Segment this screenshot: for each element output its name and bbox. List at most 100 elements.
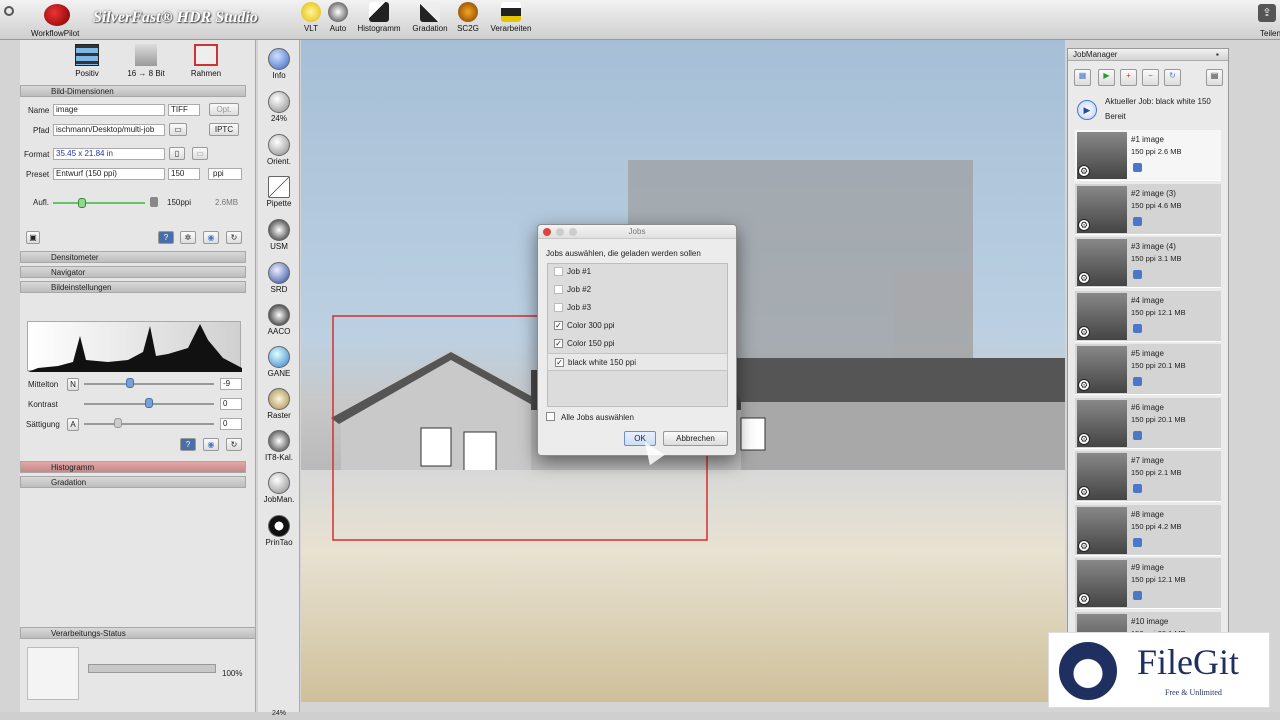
gear-icon[interactable]: ⚙ [1078, 218, 1090, 231]
path-field[interactable]: ischmann/Desktop/multi-job [53, 124, 165, 136]
gear-icon[interactable]: ✲ [180, 231, 196, 244]
mittelton-slider-knob[interactable] [126, 378, 134, 388]
job-item[interactable]: ⚙ #3 image (4) 150 ppi 3.1 MB [1075, 237, 1221, 288]
remove-job-icon[interactable]: − [1142, 69, 1159, 86]
jobmanager-close-icon[interactable]: ▪ [1216, 50, 1219, 59]
portrait-icon[interactable]: ▯ [169, 147, 185, 160]
section-bildeinstellungen[interactable]: Bildeinstellungen [20, 281, 246, 293]
toolbar-auto-button[interactable]: Auto [316, 2, 360, 33]
section-histogramm[interactable]: Histogramm [20, 461, 246, 473]
mittelton-value[interactable]: -9 [220, 378, 242, 390]
job-checkbox[interactable] [554, 303, 563, 312]
job-checkbox-row[interactable]: ✓ Color 300 ppi [547, 317, 728, 335]
job-checkbox[interactable]: ✓ [554, 339, 563, 348]
landscape-icon[interactable]: ▭ [192, 147, 208, 160]
tool-info[interactable]: Info [258, 48, 300, 80]
job-checkbox-row[interactable]: ✓ black white 150 ppi [547, 353, 728, 371]
save-icon[interactable]: ▣ [26, 231, 40, 244]
workflowpilot-icon[interactable] [44, 4, 70, 26]
job-checkbox-row[interactable]: Job #1 [547, 263, 728, 281]
format-dims-select[interactable]: 35.45 x 21.84 in [53, 148, 165, 160]
section-bild-dimensionen[interactable]: Bild-Dimensionen [20, 85, 246, 97]
play-icon[interactable]: ▶ [1077, 100, 1097, 120]
tool-it8[interactable]: IT8-Kal. [258, 430, 300, 462]
add-job-icon[interactable]: ▶ [1098, 69, 1115, 86]
options-button[interactable]: Opt. [209, 103, 239, 116]
gear-icon[interactable]: ⚙ [1078, 325, 1090, 338]
ppi-input[interactable]: 150 [168, 168, 200, 180]
job-checkbox[interactable]: ✓ [555, 358, 564, 367]
section-verarbeitungs-status[interactable]: Verarbeitungs-Status [20, 627, 256, 639]
job-checkbox-row[interactable]: ✓ Color 150 ppi [547, 335, 728, 353]
gear-icon[interactable]: ⚙ [1078, 379, 1090, 391]
cancel-button[interactable]: Abbrechen [663, 431, 728, 446]
notes-icon[interactable]: ? [158, 231, 174, 244]
job-checkbox[interactable] [554, 285, 563, 294]
notes-icon-2[interactable]: ? [180, 438, 196, 451]
trash-icon[interactable]: ▤ [1206, 69, 1223, 86]
preset-select[interactable]: Entwurf (150 ppi) [53, 168, 165, 180]
gear-icon[interactable]: ⚙ [1078, 432, 1090, 445]
positiv-button[interactable]: Positiv [72, 44, 102, 78]
refresh-icon[interactable]: ↻ [1164, 69, 1181, 86]
job-item[interactable]: ⚙ #2 image (3) 150 ppi 4.6 MB [1075, 183, 1221, 235]
saettigung-slider-knob[interactable] [114, 418, 122, 428]
mittelton-slider[interactable] [84, 383, 214, 385]
kontrast-slider-knob[interactable] [145, 398, 153, 408]
grid-view-icon[interactable]: ▦ [1074, 69, 1091, 86]
saettigung-value[interactable]: 0 [220, 418, 242, 430]
job-item[interactable]: ⚙ #1 image 150 ppi 2.6 MB [1075, 130, 1221, 181]
tool-srd[interactable]: SRD [258, 262, 300, 294]
folder-icon[interactable]: ▭ [169, 123, 187, 136]
gear-icon[interactable]: ⚙ [1078, 165, 1090, 177]
job-checkbox[interactable]: ✓ [554, 321, 563, 330]
job-item[interactable]: ⚙ #4 image 150 ppi 12.1 MB [1075, 290, 1221, 342]
toolbar-verarbeiten-button[interactable]: Verarbeiten [489, 2, 533, 33]
ppi-unit-select[interactable]: ppi [208, 168, 242, 180]
tool-zoom[interactable]: 24% [258, 91, 300, 123]
reset-icon-2[interactable]: ↻ [226, 438, 242, 451]
job-item[interactable]: ⚙ #7 image 150 ppi 2.1 MB [1075, 451, 1221, 502]
job-item[interactable]: ⚙ #5 image 150 ppi 20.1 MB [1075, 344, 1221, 395]
zoom-icon[interactable]: ◉ [203, 231, 219, 244]
section-navigator[interactable]: Navigator [20, 266, 246, 278]
gear-icon[interactable]: ⚙ [1078, 272, 1090, 284]
job-checkbox-row[interactable]: Job #3 [547, 299, 728, 317]
settings-icon[interactable] [4, 6, 14, 16]
rahmen-button[interactable]: Rahmen [188, 44, 224, 78]
new-job-icon[interactable]: + [1120, 69, 1137, 86]
lock-icon[interactable] [150, 197, 158, 207]
tool-gane[interactable]: GANE [258, 346, 300, 378]
tool-jobman[interactable]: JobMan. [258, 472, 300, 504]
gear-icon[interactable]: ⚙ [1078, 486, 1090, 498]
job-item[interactable]: ⚙ #8 image 150 ppi 4.2 MB [1075, 504, 1221, 556]
tool-pipette[interactable]: Pipette [258, 176, 300, 208]
tool-printao[interactable]: PrinTao [258, 515, 300, 547]
job-checkbox-row[interactable]: Job #2 [547, 281, 728, 299]
saettigung-a-button[interactable]: A [67, 418, 79, 431]
bit-depth-button[interactable]: 16 → 8 Bit [120, 44, 172, 78]
name-field[interactable]: image [53, 104, 165, 116]
tool-aaco[interactable]: AACO [258, 304, 300, 336]
tool-raster[interactable]: Raster [258, 388, 300, 420]
file-format-select[interactable]: TIFF [168, 104, 200, 116]
resolution-slider-knob[interactable] [78, 198, 86, 208]
resolution-slider[interactable] [53, 202, 145, 204]
gear-icon[interactable]: ⚙ [1078, 539, 1090, 552]
toolbar-sc2g-button[interactable]: SC2G [446, 2, 490, 33]
tool-orient[interactable]: Orient. [258, 134, 300, 166]
job-checkbox[interactable] [554, 267, 563, 276]
saettigung-slider[interactable] [84, 423, 214, 425]
mittelton-n-button[interactable]: N [67, 378, 79, 391]
tool-usm[interactable]: USM [258, 219, 300, 251]
section-densitometer[interactable]: Densitometer [20, 251, 246, 263]
select-all-checkbox[interactable] [546, 412, 555, 421]
iptc-button[interactable]: IPTC [209, 123, 239, 136]
kontrast-value[interactable]: 0 [220, 398, 242, 410]
select-all-row[interactable]: Alle Jobs auswählen [546, 412, 696, 424]
share-icon[interactable]: ⇪ [1258, 4, 1276, 22]
toolbar-histogramm-button[interactable]: Histogramm [357, 2, 401, 33]
section-gradation[interactable]: Gradation [20, 476, 246, 488]
reset-icon[interactable]: ↻ [226, 231, 242, 244]
job-item[interactable]: ⚙ #6 image 150 ppi 20.1 MB [1075, 397, 1221, 449]
